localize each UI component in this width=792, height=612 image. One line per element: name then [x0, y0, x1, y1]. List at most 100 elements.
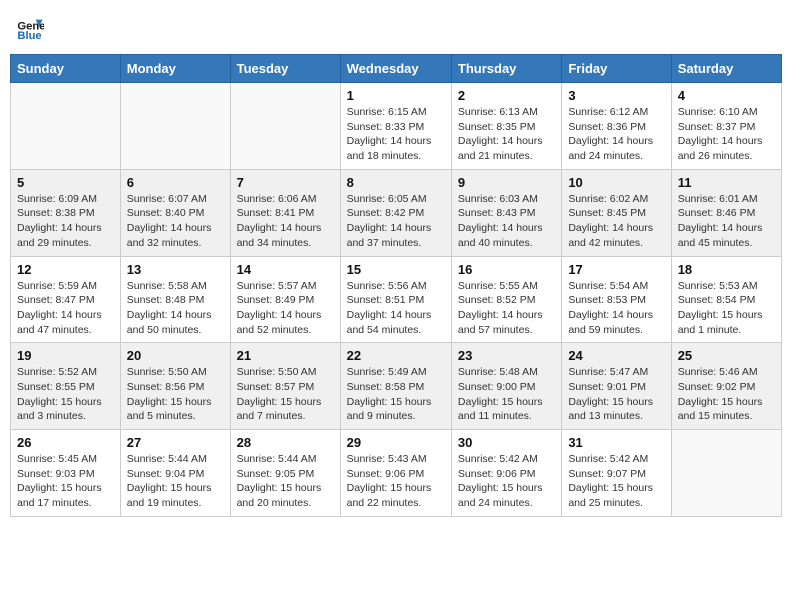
calendar-cell: 19 Sunrise: 5:52 AM Sunset: 8:55 PM Dayli… — [11, 343, 121, 430]
day-number: 13 — [127, 262, 224, 277]
day-info: Sunrise: 5:42 AM Sunset: 9:07 PM Dayligh… — [568, 452, 664, 511]
calendar-cell: 22 Sunrise: 5:49 AM Sunset: 8:58 PM Dayli… — [340, 343, 451, 430]
day-number: 2 — [458, 88, 555, 103]
day-info: Sunrise: 5:52 AM Sunset: 8:55 PM Dayligh… — [17, 365, 114, 424]
day-info: Sunrise: 5:55 AM Sunset: 8:52 PM Dayligh… — [458, 279, 555, 338]
day-number: 24 — [568, 348, 664, 363]
calendar-cell: 10Sunrise: 6:02 AM Sunset: 8:45 PM Dayli… — [562, 169, 671, 256]
day-info: Sunrise: 6:15 AM Sunset: 8:33 PM Dayligh… — [347, 105, 445, 164]
calendar-cell: 31 Sunrise: 5:42 AM Sunset: 9:07 PM Dayli… — [562, 430, 671, 517]
calendar-cell: 3 Sunrise: 6:12 AM Sunset: 8:36 PM Daylig… — [562, 83, 671, 170]
weekday-header-thursday: Thursday — [451, 55, 561, 83]
calendar-cell: 21 Sunrise: 5:50 AM Sunset: 8:57 PM Dayli… — [230, 343, 340, 430]
day-info: Sunrise: 6:07 AM Sunset: 8:40 PM Dayligh… — [127, 192, 224, 251]
day-info: Sunrise: 5:47 AM Sunset: 9:01 PM Dayligh… — [568, 365, 664, 424]
calendar-cell: 12 Sunrise: 5:59 AM Sunset: 8:47 PM Dayli… — [11, 256, 121, 343]
day-info: Sunrise: 5:50 AM Sunset: 8:57 PM Dayligh… — [237, 365, 334, 424]
calendar-cell: 9 Sunrise: 6:03 AM Sunset: 8:43 PM Daylig… — [451, 169, 561, 256]
day-number: 6 — [127, 175, 224, 190]
calendar-cell: 28 Sunrise: 5:44 AM Sunset: 9:05 PM Dayli… — [230, 430, 340, 517]
day-info: Sunrise: 6:01 AM Sunset: 8:46 PM Dayligh… — [678, 192, 775, 251]
calendar-cell: 5 Sunrise: 6:09 AM Sunset: 8:38 PM Daylig… — [11, 169, 121, 256]
calendar-cell: 17Sunrise: 5:54 AM Sunset: 8:53 PM Dayli… — [562, 256, 671, 343]
calendar-cell: 23Sunrise: 5:48 AM Sunset: 9:00 PM Dayli… — [451, 343, 561, 430]
day-info: Sunrise: 5:48 AM Sunset: 9:00 PM Dayligh… — [458, 365, 555, 424]
day-number: 9 — [458, 175, 555, 190]
weekday-header-friday: Friday — [562, 55, 671, 83]
day-info: Sunrise: 6:12 AM Sunset: 8:36 PM Dayligh… — [568, 105, 664, 164]
calendar-cell: 13 Sunrise: 5:58 AM Sunset: 8:48 PM Dayli… — [120, 256, 230, 343]
day-number: 11 — [678, 175, 775, 190]
day-info: Sunrise: 5:58 AM Sunset: 8:48 PM Dayligh… — [127, 279, 224, 338]
calendar-cell: 15 Sunrise: 5:56 AM Sunset: 8:51 PM Dayli… — [340, 256, 451, 343]
day-number: 29 — [347, 435, 445, 450]
day-number: 28 — [237, 435, 334, 450]
weekday-header-monday: Monday — [120, 55, 230, 83]
calendar-cell: 20 Sunrise: 5:50 AM Sunset: 8:56 PM Dayli… — [120, 343, 230, 430]
calendar-cell: 16Sunrise: 5:55 AM Sunset: 8:52 PM Dayli… — [451, 256, 561, 343]
day-info: Sunrise: 5:50 AM Sunset: 8:56 PM Dayligh… — [127, 365, 224, 424]
calendar-cell: 14Sunrise: 5:57 AM Sunset: 8:49 PM Dayli… — [230, 256, 340, 343]
day-info: Sunrise: 5:59 AM Sunset: 8:47 PM Dayligh… — [17, 279, 114, 338]
day-number: 12 — [17, 262, 114, 277]
calendar-cell: 1 Sunrise: 6:15 AM Sunset: 8:33 PM Daylig… — [340, 83, 451, 170]
day-info: Sunrise: 6:09 AM Sunset: 8:38 PM Dayligh… — [17, 192, 114, 251]
calendar-cell: 6 Sunrise: 6:07 AM Sunset: 8:40 PM Daylig… — [120, 169, 230, 256]
day-number: 5 — [17, 175, 114, 190]
svg-text:Blue: Blue — [17, 30, 41, 42]
calendar-cell — [120, 83, 230, 170]
calendar-cell: 7 Sunrise: 6:06 AM Sunset: 8:41 PM Daylig… — [230, 169, 340, 256]
day-number: 1 — [347, 88, 445, 103]
weekday-header-row: SundayMondayTuesdayWednesdayThursdayFrid… — [11, 55, 782, 83]
day-number: 3 — [568, 88, 664, 103]
day-info: Sunrise: 5:44 AM Sunset: 9:05 PM Dayligh… — [237, 452, 334, 511]
day-number: 31 — [568, 435, 664, 450]
day-info: Sunrise: 5:57 AM Sunset: 8:49 PM Dayligh… — [237, 279, 334, 338]
day-number: 7 — [237, 175, 334, 190]
calendar-cell: 26 Sunrise: 5:45 AM Sunset: 9:03 PM Dayli… — [11, 430, 121, 517]
calendar-week-row: 12 Sunrise: 5:59 AM Sunset: 8:47 PM Dayli… — [11, 256, 782, 343]
day-info: Sunrise: 6:10 AM Sunset: 8:37 PM Dayligh… — [678, 105, 775, 164]
logo-icon: General Blue — [16, 14, 44, 42]
day-info: Sunrise: 5:49 AM Sunset: 8:58 PM Dayligh… — [347, 365, 445, 424]
day-number: 30 — [458, 435, 555, 450]
calendar-week-row: 19 Sunrise: 5:52 AM Sunset: 8:55 PM Dayli… — [11, 343, 782, 430]
calendar-cell — [671, 430, 781, 517]
day-info: Sunrise: 5:54 AM Sunset: 8:53 PM Dayligh… — [568, 279, 664, 338]
day-info: Sunrise: 6:13 AM Sunset: 8:35 PM Dayligh… — [458, 105, 555, 164]
calendar-week-row: 26 Sunrise: 5:45 AM Sunset: 9:03 PM Dayli… — [11, 430, 782, 517]
day-info: Sunrise: 6:06 AM Sunset: 8:41 PM Dayligh… — [237, 192, 334, 251]
day-info: Sunrise: 5:42 AM Sunset: 9:06 PM Dayligh… — [458, 452, 555, 511]
logo: General Blue — [16, 14, 44, 42]
day-number: 22 — [347, 348, 445, 363]
day-number: 25 — [678, 348, 775, 363]
day-number: 20 — [127, 348, 224, 363]
day-info: Sunrise: 5:45 AM Sunset: 9:03 PM Dayligh… — [17, 452, 114, 511]
day-info: Sunrise: 6:02 AM Sunset: 8:45 PM Dayligh… — [568, 192, 664, 251]
calendar-week-row: 5 Sunrise: 6:09 AM Sunset: 8:38 PM Daylig… — [11, 169, 782, 256]
day-info: Sunrise: 6:05 AM Sunset: 8:42 PM Dayligh… — [347, 192, 445, 251]
day-number: 19 — [17, 348, 114, 363]
calendar-cell: 30 Sunrise: 5:42 AM Sunset: 9:06 PM Dayli… — [451, 430, 561, 517]
day-info: Sunrise: 5:46 AM Sunset: 9:02 PM Dayligh… — [678, 365, 775, 424]
day-info: Sunrise: 5:56 AM Sunset: 8:51 PM Dayligh… — [347, 279, 445, 338]
day-number: 21 — [237, 348, 334, 363]
weekday-header-sunday: Sunday — [11, 55, 121, 83]
day-number: 8 — [347, 175, 445, 190]
calendar-cell: 8 Sunrise: 6:05 AM Sunset: 8:42 PM Daylig… — [340, 169, 451, 256]
weekday-header-wednesday: Wednesday — [340, 55, 451, 83]
weekday-header-tuesday: Tuesday — [230, 55, 340, 83]
day-number: 18 — [678, 262, 775, 277]
day-info: Sunrise: 6:03 AM Sunset: 8:43 PM Dayligh… — [458, 192, 555, 251]
day-number: 4 — [678, 88, 775, 103]
calendar-cell: 18Sunrise: 5:53 AM Sunset: 8:54 PM Dayli… — [671, 256, 781, 343]
day-info: Sunrise: 5:43 AM Sunset: 9:06 PM Dayligh… — [347, 452, 445, 511]
day-number: 27 — [127, 435, 224, 450]
day-number: 26 — [17, 435, 114, 450]
day-number: 15 — [347, 262, 445, 277]
calendar-cell — [11, 83, 121, 170]
day-info: Sunrise: 5:44 AM Sunset: 9:04 PM Dayligh… — [127, 452, 224, 511]
calendar-cell: 11 Sunrise: 6:01 AM Sunset: 8:46 PM Dayli… — [671, 169, 781, 256]
calendar-cell: 27 Sunrise: 5:44 AM Sunset: 9:04 PM Dayli… — [120, 430, 230, 517]
calendar-cell: 2 Sunrise: 6:13 AM Sunset: 8:35 PM Daylig… — [451, 83, 561, 170]
